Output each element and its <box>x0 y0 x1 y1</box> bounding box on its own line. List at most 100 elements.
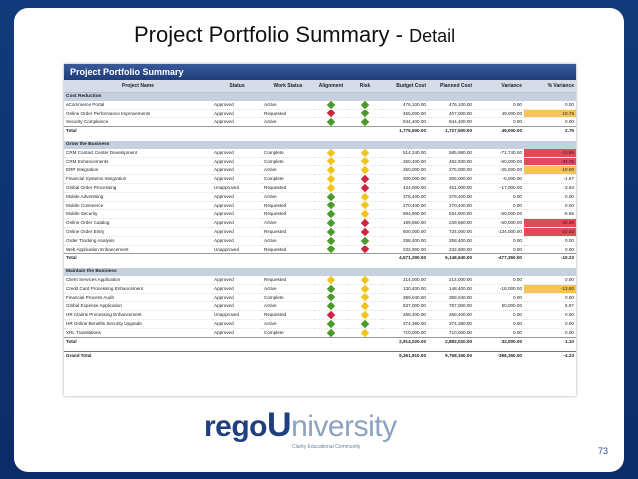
variance: -71,740.00 <box>474 148 524 158</box>
planned-cost: 275,000.00 <box>428 165 474 176</box>
work-status: Complete <box>262 157 314 167</box>
project-row[interactable]: Web Application Enhancement Unapproved Req… <box>64 245 576 255</box>
project-row[interactable]: Online Order Catalog Approved Active 189,65… <box>64 218 576 228</box>
project-row[interactable]: Security Compliance Approved Active 844,400… <box>64 117 576 128</box>
project-row[interactable]: Mobile Commerce Approved Requested 270,400.… <box>64 201 576 211</box>
total-value: 5,148,640.00 <box>428 253 474 263</box>
project-row[interactable]: CRM Contact Center Development Approved Co… <box>64 148 576 158</box>
logo-u: U <box>267 406 292 444</box>
project-name: Credit Card Processing Enhancement <box>64 284 212 294</box>
project-row[interactable]: eCommerce Portal Approved Active 476,100.00… <box>64 100 576 110</box>
project-row[interactable]: Credit Card Processing Enhancement Approv… <box>64 284 576 294</box>
column-header: Work Status <box>262 80 314 93</box>
work-status: Active <box>262 218 314 228</box>
alignment-cell <box>314 218 348 228</box>
project-row[interactable]: XRL Translations Approved Complete 710,000.… <box>64 328 576 338</box>
project-name: Global Order Processing <box>64 183 212 193</box>
alignment-indicator-icon <box>326 245 336 253</box>
planned-cost: 482,930.00 <box>428 157 474 167</box>
planned-cost: 214,000.00 <box>428 275 474 285</box>
risk-indicator-icon <box>360 209 370 218</box>
project-row[interactable]: Global Order Processing Unapproved Request… <box>64 183 576 193</box>
project-row[interactable]: Financial Process Audit Approved Complete 3… <box>64 293 576 303</box>
total-value: 9,758,160.00 <box>428 350 474 360</box>
alignment-cell <box>314 183 348 193</box>
alignment-indicator-icon <box>326 174 336 183</box>
total-value: -477,350.00 <box>474 253 524 263</box>
percent-variance: 0.00 <box>524 275 576 285</box>
project-row[interactable]: CRM Enhancements Approved Complete 250,400.… <box>64 157 576 167</box>
planned-cost: 378,400.00 <box>428 192 474 202</box>
percent-variance: 0.00 <box>524 201 576 211</box>
total-value: 9,361,810.00 <box>382 350 428 360</box>
project-row[interactable]: Online Order Entry Approved Requested 600,0… <box>64 227 576 237</box>
work-status: Requested <box>262 275 314 285</box>
budget-cost: 250,000.00 <box>382 165 428 176</box>
variance: 0.00 <box>474 192 524 202</box>
percent-variance: 0.00 <box>524 100 576 110</box>
alignment-indicator-icon <box>326 236 336 245</box>
alignment-indicator-icon <box>326 157 336 165</box>
work-status: Complete <box>262 174 314 184</box>
planned-cost: 710,000.00 <box>428 328 474 338</box>
work-status: Requested <box>262 245 314 255</box>
alignment-indicator-icon <box>326 284 336 293</box>
work-status: Active <box>262 100 314 110</box>
alignment-indicator-icon <box>326 310 336 319</box>
project-name: Mobile Security <box>64 209 212 220</box>
alignment-indicator-icon <box>326 227 336 236</box>
project-row[interactable]: HR Claims Processing Enhancement Unapprov… <box>64 310 576 320</box>
budget-cost: 258,400.00 <box>382 236 428 246</box>
risk-indicator-icon <box>360 284 370 293</box>
project-row[interactable]: Financial Systems Integration Approved Com… <box>64 174 576 184</box>
project-status: Approved <box>212 227 262 237</box>
budget-cost: 514,240.00 <box>382 148 428 158</box>
project-row[interactable]: Client Services Application Approved Reque… <box>64 275 576 285</box>
project-status: Approved <box>212 301 262 312</box>
risk-cell <box>348 284 382 294</box>
project-name: Online Order Entry <box>64 227 212 237</box>
project-row[interactable]: Order Tracking Analysis Approved Active 258… <box>64 236 576 246</box>
work-status: Requested <box>262 109 314 119</box>
budget-cost: 389,040.00 <box>382 293 428 303</box>
total-label: Total <box>64 126 212 135</box>
rego-university-logo: regoUniversity Clarity Educational Commu… <box>204 406 444 456</box>
total-value: 2,914,020.00 <box>382 336 428 346</box>
work-status: Active <box>262 319 314 329</box>
planned-cost: 270,400.00 <box>428 201 474 211</box>
project-row[interactable]: HR Online Benefits Security Upgrade Appro… <box>64 319 576 329</box>
risk-indicator-icon <box>360 245 370 253</box>
total-value: -10.22 <box>524 253 576 263</box>
slide-title-main: Project Portfolio Summary <box>134 22 390 47</box>
risk-indicator-icon <box>360 148 370 157</box>
project-row[interactable]: Global Expense Application Approved Active… <box>64 301 576 312</box>
percent-variance: -22.33 <box>524 227 576 237</box>
risk-cell <box>348 100 382 110</box>
project-name: eCommerce Portal <box>64 100 212 110</box>
risk-cell <box>348 218 382 228</box>
project-row[interactable]: Online Order Performance Improvements App… <box>64 109 576 119</box>
alignment-cell <box>314 301 348 312</box>
budget-cost: 844,400.00 <box>382 117 428 128</box>
alignment-cell <box>314 293 348 303</box>
percent-variance: -13.95 <box>524 148 576 158</box>
project-status: Unapproved <box>212 245 262 255</box>
project-row[interactable]: Mobile Advertising Approved Active 378,400.… <box>64 192 576 202</box>
project-status: Approved <box>212 319 262 329</box>
project-row[interactable]: Mobile Security Approved Requested 884,900.… <box>64 209 576 220</box>
project-row[interactable]: ERP Integration Approved Active 250,000.00 2… <box>64 165 576 176</box>
logo-tagline: Clarity Educational Community <box>292 444 361 450</box>
total-label: Grand Total <box>64 350 212 360</box>
empty-cell <box>212 126 262 135</box>
slide-title: Project Portfolio Summary - Detail <box>134 22 614 52</box>
project-name: Security Compliance <box>64 117 212 128</box>
risk-cell <box>348 293 382 303</box>
percent-variance: -5.65 <box>524 209 576 220</box>
project-status: Approved <box>212 236 262 246</box>
project-name: HR Online Benefits Security Upgrade <box>64 319 212 329</box>
planned-cost: 585,980.00 <box>428 148 474 158</box>
risk-indicator-icon <box>360 310 370 319</box>
work-status: Active <box>262 236 314 246</box>
budget-cost: 710,000.00 <box>382 328 428 338</box>
project-status: Approved <box>212 165 262 176</box>
